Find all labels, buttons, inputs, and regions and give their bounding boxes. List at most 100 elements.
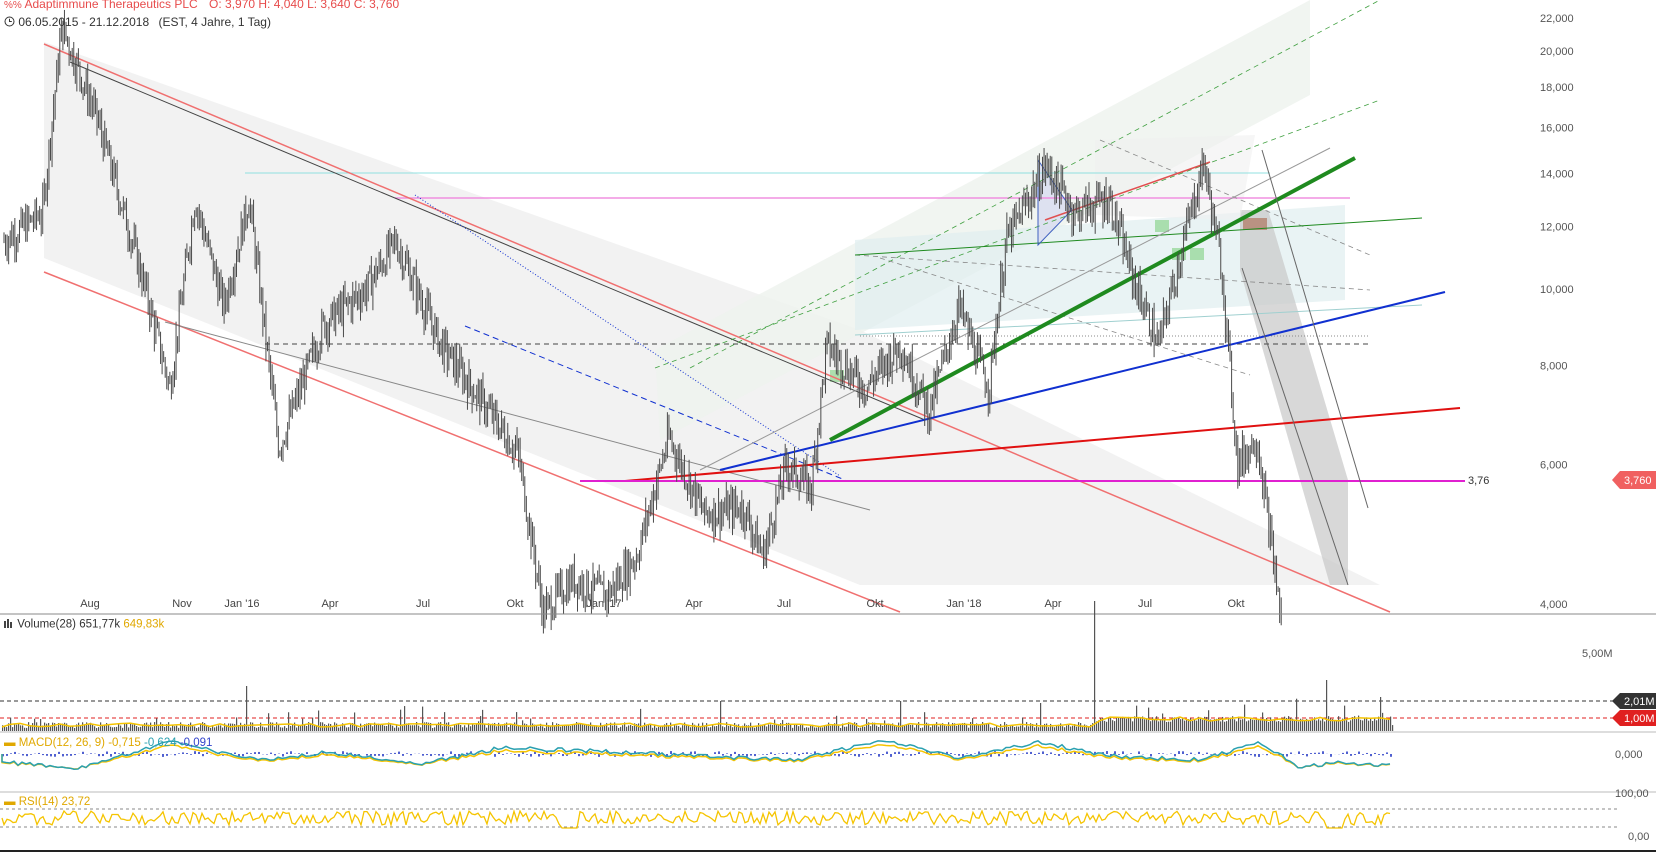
volume-bar bbox=[1322, 717, 1324, 731]
macd-histogram-bar bbox=[882, 754, 884, 756]
volume-bar bbox=[96, 727, 98, 731]
volume-bar bbox=[98, 727, 100, 731]
volume-bar bbox=[410, 725, 412, 731]
volume-bar bbox=[236, 717, 238, 731]
macd-histogram-bar bbox=[870, 754, 872, 756]
logo-icon: %% bbox=[4, 0, 22, 11]
volume-bar bbox=[556, 723, 558, 731]
macd-histogram-bar bbox=[1314, 752, 1316, 754]
volume-bar bbox=[562, 725, 564, 731]
volume-bar bbox=[1130, 717, 1132, 731]
volume-bar bbox=[122, 727, 124, 731]
volume-bar bbox=[476, 723, 478, 731]
macd-histogram-bar bbox=[1034, 754, 1036, 756]
macd-histogram-bar bbox=[306, 752, 308, 754]
macd-histogram-bar bbox=[82, 751, 84, 754]
volume-bar bbox=[1362, 720, 1364, 731]
volume-bar bbox=[274, 726, 276, 731]
macd-histogram-bar bbox=[290, 751, 292, 754]
volume-bar bbox=[1318, 719, 1320, 731]
volume-bar bbox=[1164, 718, 1166, 731]
volume-bar bbox=[526, 724, 528, 731]
volume-bar bbox=[132, 724, 134, 731]
volume-bar bbox=[726, 722, 728, 731]
volume-bar bbox=[1262, 712, 1264, 731]
price-chart[interactable]: 24,00022,00020,00018,00016,00014,00012,0… bbox=[0, 0, 1656, 853]
volume-bar bbox=[432, 727, 434, 731]
volume-bar bbox=[998, 727, 1000, 731]
volume-bar bbox=[404, 706, 406, 731]
macd-histogram-bar bbox=[1122, 751, 1124, 754]
macd-histogram-bar bbox=[1058, 754, 1060, 756]
macd-histogram-bar bbox=[166, 754, 168, 756]
macd-histogram-bar bbox=[1370, 754, 1372, 757]
volume-bar bbox=[620, 726, 622, 731]
macd-histogram-bar bbox=[98, 754, 100, 757]
macd-histogram-bar bbox=[246, 752, 248, 754]
volume-bar bbox=[864, 726, 866, 731]
volume-bar bbox=[82, 722, 84, 731]
volume-bar bbox=[324, 724, 326, 731]
volume-bar bbox=[426, 722, 428, 731]
volume-bar bbox=[40, 718, 42, 731]
volume-bar bbox=[564, 725, 566, 731]
volume-bar bbox=[764, 725, 766, 731]
volume-bar bbox=[370, 723, 372, 731]
volume-bar bbox=[336, 723, 338, 731]
volume-bar bbox=[914, 727, 916, 731]
macd-histogram-bar bbox=[910, 754, 912, 756]
volume-bar bbox=[136, 725, 138, 731]
volume-bar bbox=[468, 724, 470, 731]
volume-bar bbox=[1144, 719, 1146, 731]
volume-bar bbox=[198, 727, 200, 731]
rsi-value: 23,72 bbox=[61, 796, 91, 808]
volume-bar bbox=[672, 727, 674, 731]
volume-bar bbox=[462, 727, 464, 731]
volume-bar bbox=[882, 725, 884, 731]
volume-bar bbox=[1000, 724, 1002, 731]
date-range-row: 06.05.2015 - 21.12.2018 (EST, 4 Jahre, 1… bbox=[4, 15, 271, 30]
macd-histogram-bar bbox=[146, 751, 148, 754]
volume-bar bbox=[1234, 719, 1236, 731]
macd-marker-icon: ▬ bbox=[4, 737, 16, 749]
volume-bar bbox=[790, 724, 792, 731]
macd-histogram-bar bbox=[866, 753, 868, 754]
volume-bar bbox=[102, 725, 104, 731]
volume-bar bbox=[844, 726, 846, 731]
volume-bar bbox=[876, 725, 878, 731]
x-tick-label: Okt bbox=[1227, 598, 1244, 610]
volume-bar bbox=[1316, 720, 1318, 731]
volume-bar bbox=[1368, 720, 1370, 731]
volume-bar bbox=[74, 727, 76, 731]
volume-bar bbox=[68, 726, 70, 731]
volume-legend: Volume(28) 651,77k 649,83k bbox=[4, 618, 164, 631]
macd-histogram-bar bbox=[1206, 752, 1208, 754]
volume-bar bbox=[1272, 720, 1274, 731]
macd-histogram-bar bbox=[802, 752, 804, 754]
volume-bar bbox=[440, 722, 442, 731]
volume-bar bbox=[164, 726, 166, 731]
macd-histogram-bar bbox=[186, 753, 188, 754]
volume-bar bbox=[930, 727, 932, 731]
volume-bar bbox=[692, 722, 694, 731]
volume-bar bbox=[1372, 720, 1374, 731]
volume-bar bbox=[158, 725, 160, 731]
volume-bar bbox=[460, 725, 462, 731]
volume-bar bbox=[116, 726, 118, 731]
volume-bar bbox=[60, 723, 62, 731]
macd-histogram-bar bbox=[1390, 754, 1392, 757]
macd-histogram-bar bbox=[898, 751, 900, 754]
chart-title: Adaptimmune Therapeutics PLC bbox=[24, 0, 198, 11]
volume-bar bbox=[846, 726, 848, 731]
x-tick-label: Jul bbox=[1138, 598, 1152, 610]
volume-bar bbox=[52, 722, 54, 731]
volume-bar bbox=[1250, 718, 1252, 731]
macd-histogram-bar bbox=[190, 754, 192, 755]
volume-bar bbox=[920, 727, 922, 731]
y-tick-label: 8,000 bbox=[1540, 361, 1568, 373]
volume-bar bbox=[1034, 727, 1036, 731]
volume-bar bbox=[982, 722, 984, 731]
volume-bar bbox=[640, 708, 642, 731]
macd-histogram-bar bbox=[594, 754, 596, 755]
volume-bar bbox=[346, 727, 348, 731]
